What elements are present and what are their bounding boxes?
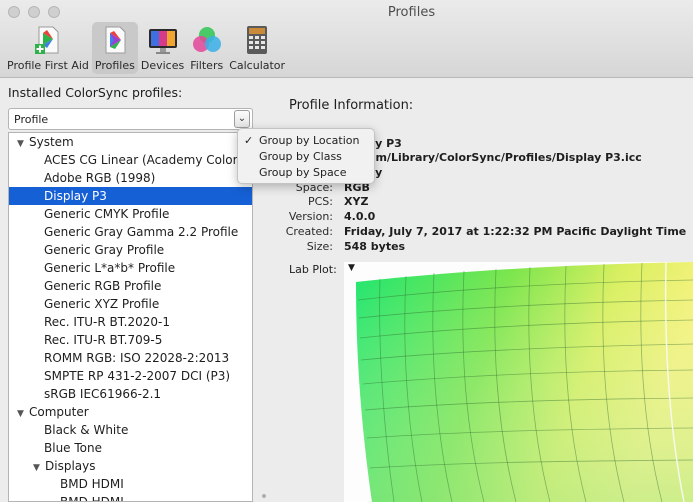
toolbar-profiles-button[interactable]: Profiles xyxy=(91,22,138,74)
info-value: Friday, July 7, 2017 at 1:22:32 PM Pacif… xyxy=(344,225,687,238)
group-label: Computer xyxy=(29,405,89,419)
list-item[interactable]: BMD HDMI xyxy=(9,475,252,493)
group-row-displays[interactable]: ▼ Displays xyxy=(9,457,252,475)
toolbar-label: Devices xyxy=(140,59,185,72)
list-item[interactable]: Rec. ITU-R BT.709-5 xyxy=(9,331,252,349)
toolbar-devices-button[interactable]: Devices xyxy=(138,22,187,74)
menu-item-label: Group by Space xyxy=(259,166,347,179)
toolbar-label: Filters xyxy=(190,59,224,72)
menu-item-group-by-location[interactable]: ✓ Group by Location xyxy=(238,133,374,149)
info-key: Size: xyxy=(306,240,333,253)
profiles-icon xyxy=(99,24,131,56)
list-item[interactable]: Generic Gray Profile xyxy=(9,241,252,259)
info-key: PCS: xyxy=(307,195,333,208)
toolbar-calculator-button[interactable]: Calculator xyxy=(226,22,288,74)
profile-information-heading: Profile Information: xyxy=(289,98,414,113)
toolbar-profile-first-aid-button[interactable]: Profile First Aid xyxy=(4,22,92,74)
list-item[interactable]: Blue Tone xyxy=(9,439,252,457)
calculator-icon xyxy=(241,24,273,56)
toolbar-label: Calculator xyxy=(229,59,286,72)
profile-first-aid-icon xyxy=(32,24,64,56)
group-label: System xyxy=(29,135,74,149)
info-value: XYZ xyxy=(344,195,369,208)
toolbar-label: Profiles xyxy=(94,59,135,72)
lab-plot-menu-arrow-icon[interactable]: ▼ xyxy=(348,263,355,273)
menu-item-group-by-class[interactable]: Group by Class xyxy=(238,149,374,165)
info-row-size: Size: 548 bytes xyxy=(260,240,690,255)
list-item[interactable]: Rec. ITU-R BT.2020-1 xyxy=(9,313,252,331)
devices-icon xyxy=(147,24,179,56)
list-item-selected[interactable]: Display P3 xyxy=(9,187,252,205)
group-label: Displays xyxy=(45,459,96,473)
scrollbar-handle[interactable] xyxy=(262,494,266,498)
disclosure-triangle-icon[interactable]: ▼ xyxy=(33,459,45,475)
info-row-pcs: PCS: XYZ xyxy=(260,195,690,210)
info-value: em/Library/ColorSync/Profiles/Display P3… xyxy=(368,151,642,164)
toolbar-label: Profile First Aid xyxy=(7,59,89,72)
info-key: Version: xyxy=(288,210,333,223)
popup-value: Profile xyxy=(14,113,49,126)
list-item[interactable]: BMD HDMI xyxy=(9,493,252,501)
info-row-created: Created: Friday, July 7, 2017 at 1:22:32… xyxy=(260,225,690,240)
list-item[interactable]: Generic XYZ Profile xyxy=(9,295,252,313)
filters-icon xyxy=(191,24,223,56)
info-value: 548 bytes xyxy=(344,240,406,253)
disclosure-triangle-icon[interactable]: ▼ xyxy=(17,135,29,151)
profile-list[interactable]: ▼System ACES CG Linear (Academy Color En… xyxy=(8,132,253,502)
toolbar-filters-button[interactable]: Filters xyxy=(187,22,226,74)
list-item[interactable]: ACES CG Linear (Academy Color Encoding S… xyxy=(9,151,252,169)
list-item[interactable]: Black & White xyxy=(9,421,252,439)
list-item[interactable]: Generic L*a*b* Profile xyxy=(9,259,252,277)
menu-item-group-by-space[interactable]: Group by Space xyxy=(238,165,374,181)
toolbar: Profile First Aid Profiles Devices Filte… xyxy=(4,22,288,74)
list-item[interactable]: sRGB IEC61966-2.1 xyxy=(9,385,252,403)
list-item[interactable]: SMPTE RP 431-2-2007 DCI (P3) xyxy=(9,367,252,385)
lab-plot[interactable] xyxy=(344,262,693,502)
installed-profiles-heading: Installed ColorSync profiles: xyxy=(8,85,183,100)
disclosure-triangle-icon[interactable]: ▼ xyxy=(17,405,29,421)
window-title: Profiles xyxy=(387,5,436,20)
list-item[interactable]: Generic CMYK Profile xyxy=(9,205,252,223)
group-by-popup[interactable]: Profile ⌄ xyxy=(8,108,253,130)
list-item[interactable]: Adobe RGB (1998) xyxy=(9,169,252,187)
lab-plot-graphic xyxy=(356,262,693,502)
list-item[interactable]: Generic Gray Gamma 2.2 Profile xyxy=(9,223,252,241)
chevron-down-icon[interactable]: ⌄ xyxy=(234,110,250,128)
title-bar: Profiles Profile First Aid Profiles Devi… xyxy=(0,0,693,78)
info-key: Created: xyxy=(285,225,333,238)
info-value: 4.0.0 xyxy=(344,210,376,223)
menu-item-label: Group by Location xyxy=(259,134,360,147)
lab-plot-label: Lab Plot: xyxy=(289,263,337,276)
info-row-version: Version: 4.0.0 xyxy=(260,210,690,225)
group-row-computer[interactable]: ▼ Computer xyxy=(9,403,252,421)
group-by-menu: ✓ Group by Location Group by Class Group… xyxy=(237,128,375,184)
checkmark-icon: ✓ xyxy=(244,134,254,147)
list-item[interactable]: Generic RGB Profile xyxy=(9,277,252,295)
list-item[interactable]: ROMM RGB: ISO 22028-2:2013 xyxy=(9,349,252,367)
group-row-system[interactable]: ▼ System xyxy=(9,133,252,151)
menu-item-label: Group by Class xyxy=(259,150,342,163)
